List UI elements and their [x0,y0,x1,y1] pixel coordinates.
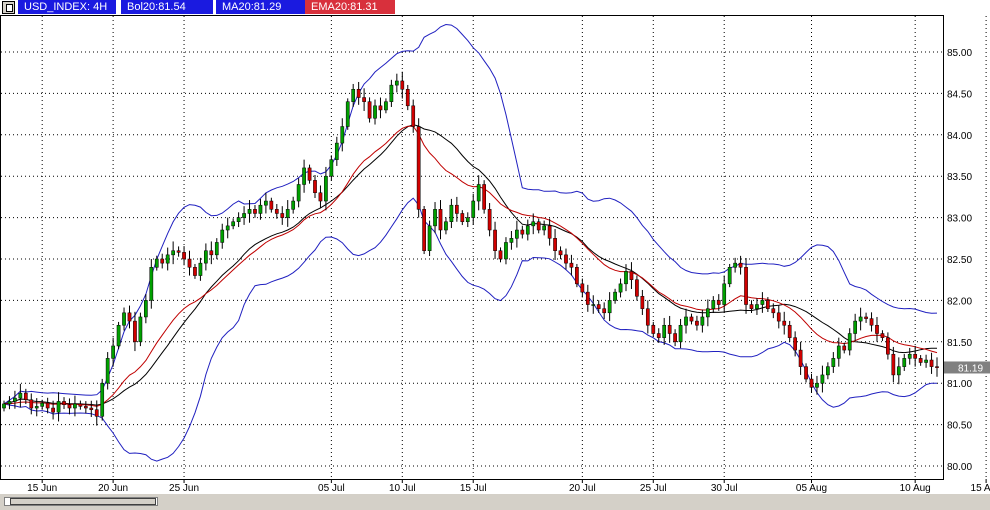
y-tick-label: 84.50 [947,89,972,100]
y-tick-label: 82.50 [947,255,972,266]
bottom-scrollbar-area [0,494,990,510]
plot-area [0,15,944,480]
x-tick-label: 20 Jun [98,483,128,494]
x-tick-label: 10 Aug [900,483,931,494]
x-tick-label: 10 Jul [389,483,416,494]
y-tick-label: 83.00 [947,214,972,225]
x-tick-label: 25 Jul [640,483,667,494]
scrollbar-thumb[interactable] [10,498,156,505]
x-tick-label: 05 Jul [318,483,345,494]
y-tick-label: 85.00 [947,48,972,59]
last-price-label: 81.19 [958,363,983,374]
x-tick-label: 30 Jul [711,483,738,494]
x-tick-label: 15 Jun [27,483,57,494]
y-tick-label: 80.00 [947,462,972,473]
y-tick-label: 81.00 [947,379,972,390]
x-tick-label: 25 Jun [169,483,199,494]
x-tick-label: 15 Jul [460,483,487,494]
x-tick-label: 15 Aug [971,483,990,494]
y-tick-label: 84.00 [947,131,972,142]
x-tick-label: 05 Aug [796,483,827,494]
y-tick-label: 83.50 [947,172,972,183]
x-tick-label: 20 Jul [569,483,596,494]
y-tick-label: 82.00 [947,296,972,307]
y-tick-label: 81.50 [947,338,972,349]
y-tick-label: 80.50 [947,421,972,432]
